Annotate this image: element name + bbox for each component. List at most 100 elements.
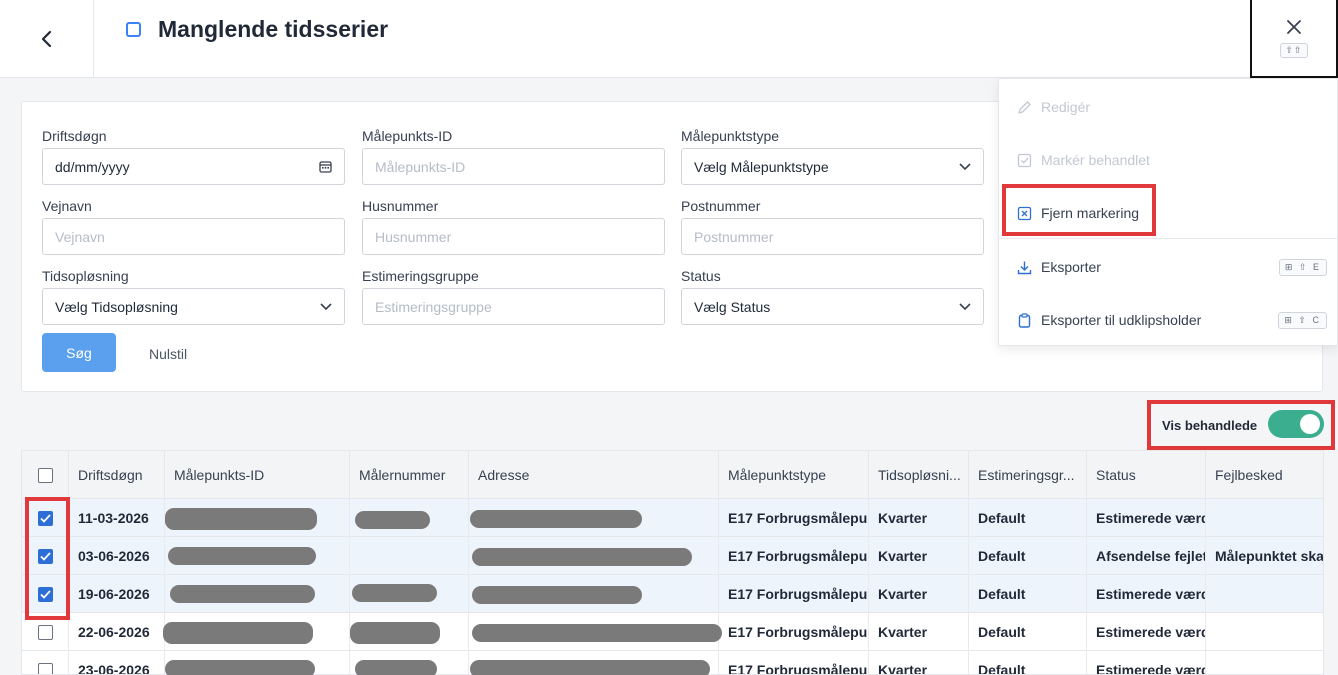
tidsoplosning-label: Tidsopløsning bbox=[42, 268, 129, 284]
row-checkbox[interactable] bbox=[37, 510, 53, 526]
select-all-checkbox[interactable] bbox=[37, 467, 53, 483]
chevron-left-icon bbox=[41, 30, 51, 47]
cell-driftsdogn: 22-06-2026 bbox=[69, 613, 165, 651]
cell-fejlbesked: Målepunktet skal bbox=[1215, 548, 1324, 564]
redaction-mark bbox=[168, 547, 316, 565]
vejnavn-input[interactable]: Vejnavn bbox=[42, 218, 345, 255]
malepunktstype-select[interactable]: Vælg Målepunktstype bbox=[681, 148, 984, 185]
row-checkbox[interactable] bbox=[37, 548, 53, 564]
cell-status: Estimerede værdier bbox=[1087, 575, 1206, 613]
postnummer-label: Postnummer bbox=[681, 198, 761, 214]
malepunkts-id-placeholder: Målepunkts-ID bbox=[375, 158, 466, 175]
calendar-icon[interactable] bbox=[319, 160, 332, 173]
menu-item-marker-behandlet[interactable]: Markér behandlet bbox=[999, 135, 1337, 185]
download-icon bbox=[1016, 259, 1032, 275]
cell-driftsdogn: 11-03-2026 bbox=[69, 499, 165, 537]
actions-menu: Redigér Markér behandlet Fjern markering… bbox=[998, 78, 1338, 346]
column-header[interactable]: Målernummer bbox=[350, 451, 469, 499]
vejnavn-placeholder: Vejnavn bbox=[55, 228, 105, 245]
redaction-mark bbox=[170, 585, 315, 603]
cell-tidsoplosning: Kvarter bbox=[869, 651, 969, 674]
tidsoplosning-select[interactable]: Vælg Tidsopløsning bbox=[42, 288, 345, 325]
cell-status: Estimerede værdier bbox=[1087, 613, 1206, 651]
menu-divider bbox=[999, 238, 1337, 239]
cell-tidsoplosning: Kvarter bbox=[869, 499, 969, 537]
close-button[interactable]: ⇧⇧ bbox=[1250, 0, 1338, 78]
menu-item-label: Eksporter bbox=[1041, 259, 1101, 275]
column-header[interactable]: Målepunkts-ID bbox=[165, 451, 350, 499]
menu-item-label: Redigér bbox=[1041, 99, 1091, 115]
menu-item-eksporter-udklipsholder[interactable]: Eksporter til udklipsholder ⊞ ⇧ C bbox=[999, 295, 1337, 345]
menu-item-label: Eksporter til udklipsholder bbox=[1041, 312, 1202, 328]
vis-behandlede-toggle-group: Vis behandlede bbox=[1148, 401, 1334, 449]
malepunktstype-label: Målepunktstype bbox=[681, 128, 780, 144]
check-square-icon bbox=[1016, 152, 1032, 168]
select-all-cell bbox=[22, 451, 69, 499]
cell-malepunktstype: E17 Forbrugsmålepunkt bbox=[719, 537, 869, 575]
row-select-cell bbox=[22, 499, 69, 537]
husnummer-input[interactable]: Husnummer bbox=[362, 218, 665, 255]
cell-estimeringsgruppe: Default bbox=[969, 613, 1087, 651]
chevron-down-icon bbox=[959, 162, 971, 170]
cell-driftsdogn: 23-06-2026 bbox=[69, 651, 165, 674]
column-header[interactable]: Fejlbesked bbox=[1206, 451, 1323, 499]
reset-button[interactable]: Nulstil bbox=[149, 346, 187, 362]
redaction-mark bbox=[355, 511, 430, 529]
redaction-mark bbox=[165, 508, 317, 530]
row-select-cell bbox=[22, 613, 69, 651]
malepunkts-id-input[interactable]: Målepunkts-ID bbox=[362, 148, 665, 185]
cell-malernummer bbox=[350, 537, 469, 575]
redaction-mark bbox=[163, 622, 313, 644]
estimeringsgruppe-input[interactable]: Estimeringsgruppe bbox=[362, 288, 665, 325]
malepunkts-id-label: Målepunkts-ID bbox=[362, 128, 453, 144]
tidsoplosning-value: Vælg Tidsopløsning bbox=[55, 298, 178, 315]
column-header[interactable]: Adresse bbox=[469, 451, 719, 499]
driftsdogn-date-input[interactable]: dd/mm/yyyy bbox=[42, 148, 345, 185]
column-header[interactable]: Driftsdøgn bbox=[69, 451, 165, 499]
column-header[interactable]: Estimeringsgr... bbox=[969, 451, 1087, 499]
close-shortcut-badge: ⇧⇧ bbox=[1280, 42, 1308, 58]
checkmark-icon bbox=[39, 513, 51, 523]
pencil-icon bbox=[1016, 99, 1032, 115]
redaction-mark bbox=[352, 584, 437, 602]
cell-tidsoplosning: Kvarter bbox=[869, 613, 969, 651]
cell-status: Estimerede værdier bbox=[1087, 499, 1206, 537]
cell-malepunktstype: E17 Forbrugsmålepunkt bbox=[719, 499, 869, 537]
menu-item-fjern-markering[interactable]: Fjern markering bbox=[999, 188, 1337, 238]
redaction-mark bbox=[472, 624, 722, 642]
cell-tidsoplosning: Kvarter bbox=[869, 537, 969, 575]
menu-item-eksporter[interactable]: Eksporter ⊞ ⇧ E bbox=[999, 242, 1337, 292]
redaction-mark bbox=[355, 660, 437, 675]
status-select[interactable]: Vælg Status bbox=[681, 288, 984, 325]
cell-fejlbesked bbox=[1206, 613, 1323, 651]
column-header[interactable]: Tidsopløsni... bbox=[869, 451, 969, 499]
column-header[interactable]: Målepunktstype bbox=[719, 451, 869, 499]
row-checkbox[interactable] bbox=[37, 662, 53, 674]
cell-fejlbesked bbox=[1206, 651, 1323, 674]
row-checkbox[interactable] bbox=[37, 586, 53, 602]
malepunktstype-value: Vælg Målepunktstype bbox=[694, 158, 829, 175]
column-header[interactable]: Status bbox=[1087, 451, 1206, 499]
estimeringsgruppe-label: Estimeringsgruppe bbox=[362, 268, 479, 284]
checkmark-icon bbox=[39, 551, 51, 561]
row-checkbox[interactable] bbox=[37, 624, 53, 640]
cell-fejlbesked bbox=[1206, 575, 1323, 613]
search-button[interactable]: Søg bbox=[42, 333, 116, 372]
chevron-down-icon bbox=[959, 302, 971, 310]
cell-estimeringsgruppe: Default bbox=[969, 499, 1087, 537]
driftsdogn-label: Driftsdøgn bbox=[42, 128, 107, 144]
cell-malepunktstype: E17 Forbrugsmålepunkt bbox=[719, 651, 869, 674]
cell-status: Estimerede værdier bbox=[1087, 651, 1206, 674]
postnummer-input[interactable]: Postnummer bbox=[681, 218, 984, 255]
redaction-mark bbox=[350, 622, 440, 644]
status-label: Status bbox=[681, 268, 721, 284]
menu-item-rediger[interactable]: Redigér bbox=[999, 82, 1337, 132]
cell-malepunktstype: E17 Forbrugsmålepunkt bbox=[719, 613, 869, 651]
husnummer-placeholder: Husnummer bbox=[375, 228, 452, 245]
cell-estimeringsgruppe: Default bbox=[969, 651, 1087, 674]
vejnavn-label: Vejnavn bbox=[42, 198, 92, 214]
redaction-mark bbox=[472, 586, 642, 604]
cell-malepunktstype: E17 Forbrugsmålepunkt bbox=[719, 575, 869, 613]
back-button[interactable] bbox=[0, 0, 94, 77]
vis-behandlede-toggle[interactable] bbox=[1268, 410, 1324, 438]
